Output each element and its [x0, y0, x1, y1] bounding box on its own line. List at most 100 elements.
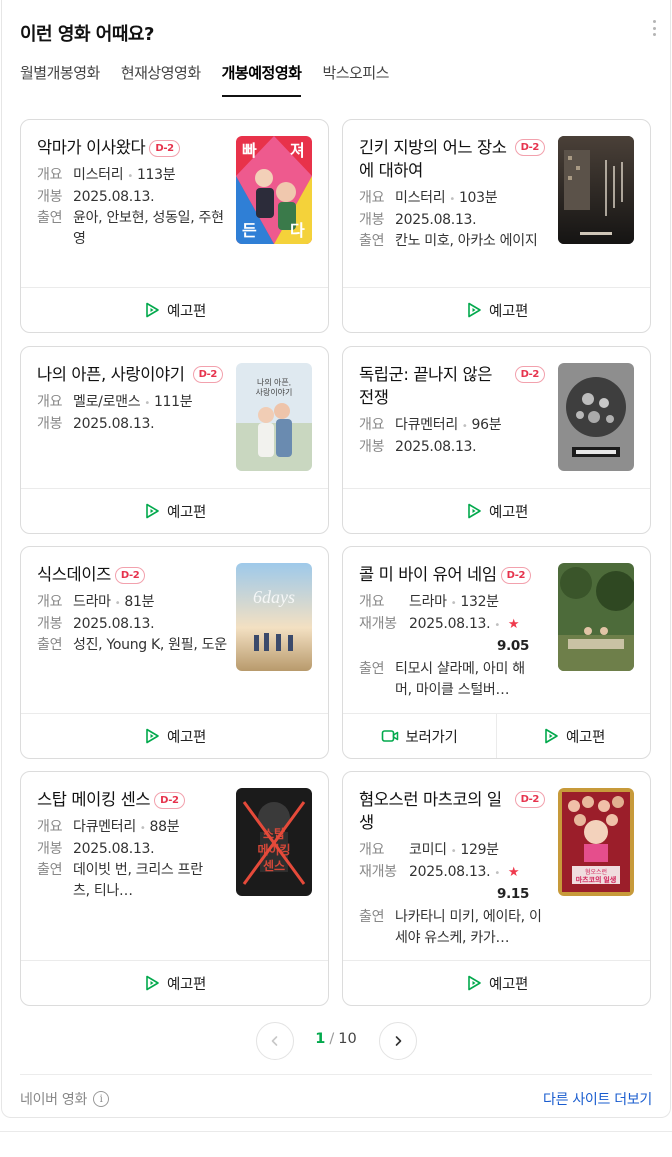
movie-card[interactable]: 독립군: 끝나지 않은 전쟁 D-2 개요 다큐멘터리 • 96분 개봉 2025.08.…: [342, 346, 651, 534]
movie-title[interactable]: 독립군: 끝나지 않은 전쟁: [359, 363, 509, 409]
tab-monthly-releases[interactable]: 월별개봉영화: [20, 60, 100, 97]
release-date: 2025.08.13.: [395, 212, 477, 228]
svg-text:빠: 빠: [242, 142, 257, 160]
video-camera-icon: [381, 727, 399, 745]
label-cast: 출연: [37, 637, 63, 653]
tab-box-office[interactable]: 박스오피스: [322, 60, 389, 97]
release-date: 2025.08.13.: [409, 864, 491, 880]
other-sites-link[interactable]: 다른 사이트 더보기: [543, 1089, 652, 1109]
movie-card[interactable]: 나의 아픈, 사랑이야기 D-2 개요 멜로/로맨스 • 111분 개봉 2025.08.…: [20, 346, 329, 534]
watch-button[interactable]: 보러가기: [343, 714, 496, 758]
runtime: 81분: [124, 594, 155, 610]
svg-text:마츠코의 일생: 마츠코의 일생: [576, 875, 617, 884]
movie-poster[interactable]: 스탑 메이킹 센스: [236, 788, 312, 896]
label-release: 개봉: [37, 189, 63, 205]
play-icon: [143, 301, 161, 319]
trailer-button[interactable]: 예고편: [496, 714, 650, 758]
movie-poster[interactable]: [558, 363, 634, 471]
rating-score: 9.05: [497, 638, 530, 654]
movie-card[interactable]: 콜 미 바이 유어 네임 D-2 개요 드라마 • 132분 재개봉 2025.08.13…: [342, 546, 651, 759]
prev-page-button[interactable]: [256, 1022, 294, 1060]
star-icon: ★: [507, 617, 520, 632]
cast: 성진, Young K, 원필, 도운: [73, 637, 227, 653]
movie-card[interactable]: 긴키 지방의 어느 장소에 대하여 D-2 개요 미스터리 • 103분 개봉 2025.…: [342, 119, 651, 333]
trailer-label: 예고편: [166, 504, 207, 521]
trailer-label: 예고편: [565, 729, 606, 746]
play-icon: [143, 974, 161, 992]
label-release: 개봉: [359, 439, 385, 455]
movie-card[interactable]: 식스데이즈 D-2 개요 드라마 • 81분 개봉 2025.08.13. 출연 성진, Y…: [20, 546, 329, 759]
svg-text:다: 다: [290, 222, 305, 240]
trailer-label: 예고편: [488, 976, 529, 993]
release-date: 2025.08.13.: [73, 189, 155, 205]
movie-poster[interactable]: 6days: [236, 563, 312, 671]
svg-text:사랑이야기: 사랑이야기: [256, 387, 293, 397]
movie-title[interactable]: 혐오스런 마츠코의 일생: [359, 788, 509, 834]
runtime: 96분: [471, 417, 502, 433]
runtime: 129분: [460, 842, 499, 858]
label-genre: 개요: [359, 417, 385, 433]
trailer-button[interactable]: 예고편: [343, 961, 650, 1005]
trailer-button[interactable]: 예고편: [343, 489, 650, 533]
next-page-button[interactable]: [379, 1022, 417, 1060]
tab-now-showing[interactable]: 현재상영영화: [121, 60, 201, 97]
movie-poster[interactable]: [558, 136, 634, 244]
label-cast: 출연: [359, 233, 385, 249]
cast: 티모시 샬라메, 아미 해머, 마이클 스털버…: [395, 661, 525, 698]
star-icon: ★: [507, 865, 520, 880]
more-options-icon[interactable]: [652, 20, 656, 36]
movie-poster[interactable]: [558, 563, 634, 671]
page-separator: /: [329, 1031, 335, 1047]
movie-poster[interactable]: 나의 아픈, 사랑이야기: [236, 363, 312, 471]
d-day-badge: D-2: [500, 567, 532, 584]
movie-poster[interactable]: 빠 져 든 다: [236, 136, 312, 244]
genre: 미스터리: [73, 167, 124, 183]
cast: 윤아, 안보현, 성동일, 주현영: [73, 210, 224, 247]
label-genre: 개요: [37, 594, 63, 610]
trailer-button[interactable]: 예고편: [343, 288, 650, 332]
movie-title[interactable]: 악마가 이사왔다: [37, 138, 146, 157]
rating-score: 9.15: [497, 886, 530, 902]
movie-poster[interactable]: 혐오스런 마츠코의 일생: [558, 788, 634, 896]
trailer-label: 예고편: [166, 303, 207, 320]
info-icon[interactable]: i: [93, 1091, 110, 1107]
footer-divider: [20, 1074, 652, 1075]
cast: 칸노 미호, 아카소 에이지: [395, 233, 538, 249]
label-cast: 출연: [37, 862, 63, 878]
trailer-label: 예고편: [166, 729, 207, 746]
play-icon: [542, 727, 560, 745]
play-icon: [143, 502, 161, 520]
label-rerelease: 재개봉: [359, 864, 397, 880]
genre: 미스터리: [395, 190, 446, 206]
trailer-button[interactable]: 예고편: [21, 489, 328, 533]
trailer-button[interactable]: 예고편: [21, 961, 328, 1005]
movie-card[interactable]: 스탑 메이킹 센스 D-2 개요 다큐멘터리 • 88분 개봉 2025.08.13. 출…: [20, 771, 329, 1006]
pagination: 1/10: [0, 1022, 672, 1060]
movie-title[interactable]: 나의 아픈, 사랑이야기: [37, 363, 187, 386]
movie-title[interactable]: 콜 미 바이 유어 네임: [359, 565, 497, 584]
genre: 다큐멘터리: [395, 417, 458, 433]
d-day-badge: D-2: [154, 792, 185, 809]
movie-card[interactable]: 악마가 이사왔다 D-2 개요 미스터리 • 113분 개봉 2025.08.13. 출연…: [20, 119, 329, 333]
genre: 코미디: [409, 842, 447, 858]
movie-title[interactable]: 식스데이즈: [37, 565, 111, 584]
runtime: 113분: [136, 167, 176, 183]
label-genre: 개요: [37, 167, 63, 183]
trailer-label: 예고편: [166, 976, 207, 993]
trailer-label: 예고편: [488, 504, 529, 521]
tab-upcoming[interactable]: 개봉예정영화: [221, 60, 302, 97]
release-date: 2025.08.13.: [395, 439, 477, 455]
label-release: 개봉: [37, 416, 63, 432]
svg-text:메이킹: 메이킹: [257, 842, 290, 857]
section-title: 이런 영화 어때요?: [20, 24, 154, 45]
label-genre: 개요: [359, 842, 385, 858]
movie-title[interactable]: 스탑 메이킹 센스: [37, 790, 151, 809]
label-release: 개봉: [359, 212, 385, 228]
trailer-button[interactable]: 예고편: [21, 714, 328, 758]
tab-bar: 월별개봉영화 현재상영영화 개봉예정영화 박스오피스: [20, 60, 410, 97]
release-date: 2025.08.13.: [409, 616, 491, 632]
movie-title[interactable]: 긴키 지방의 어느 장소에 대하여: [359, 136, 509, 182]
movie-card[interactable]: 혐오스런 마츠코의 일생 D-2 개요 코미디 • 129분 재개봉 2025.08.13…: [342, 771, 651, 1006]
trailer-button[interactable]: 예고편: [21, 288, 328, 332]
d-day-badge: D-2: [149, 140, 180, 157]
